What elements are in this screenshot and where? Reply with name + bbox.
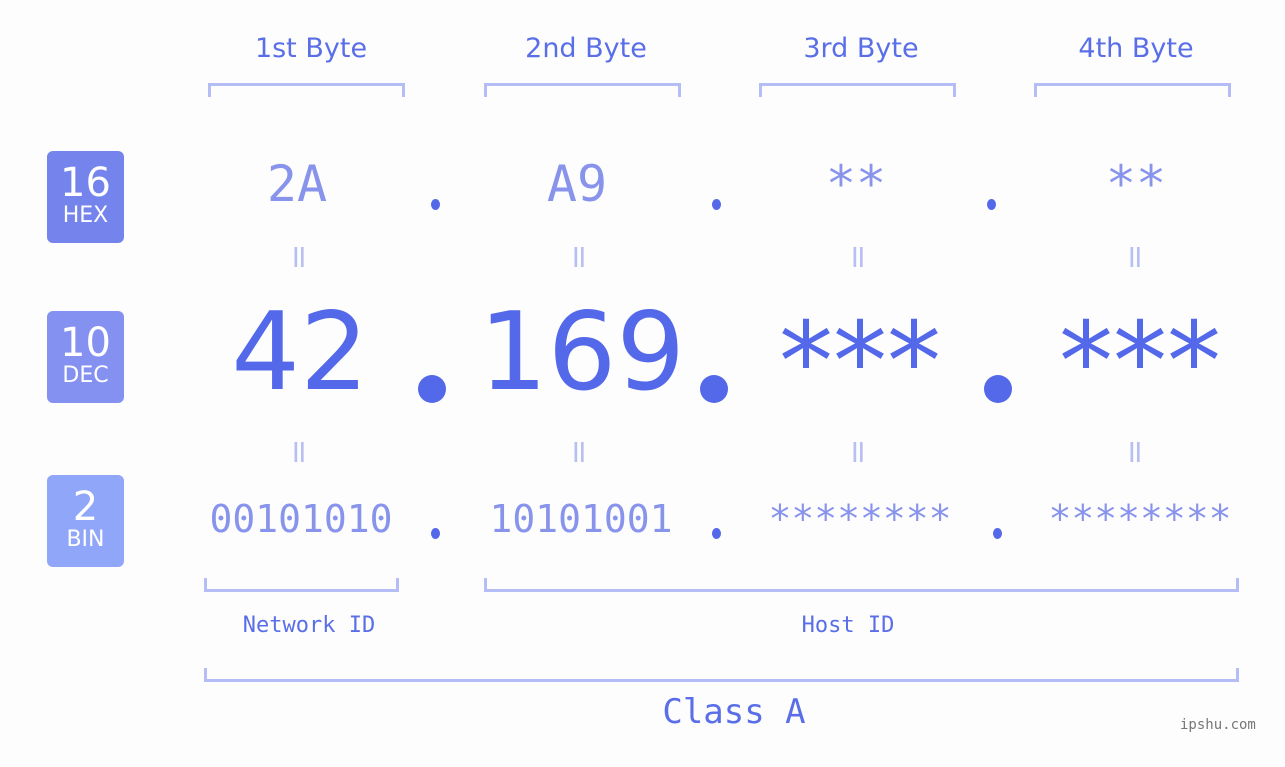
byte-bracket-2 <box>484 83 681 97</box>
hex-separator-dot <box>712 199 721 210</box>
hex-separator-dot <box>987 199 996 210</box>
bin-separator-dot <box>431 528 440 539</box>
dec-value-1: 42 <box>231 290 369 415</box>
equals-icon: = <box>561 243 599 271</box>
hex-base: 16 <box>60 160 111 206</box>
hex-value-3: ** <box>825 155 887 213</box>
host-id-bracket <box>484 578 1239 592</box>
bin-separator-dot <box>712 528 721 539</box>
dec-value-4: *** <box>1059 300 1221 425</box>
equals-icon: = <box>561 438 599 466</box>
hex-value-2: A9 <box>546 155 608 213</box>
bin-value-1: 00101010 <box>209 497 393 541</box>
hex-label: HEX <box>62 203 109 228</box>
class-label: Class A <box>662 692 806 732</box>
byte-header-3: 3rd Byte <box>803 33 919 64</box>
byte-bracket-1 <box>208 83 405 97</box>
dec-label: DEC <box>62 363 109 388</box>
host-id-label: Host ID <box>801 613 895 638</box>
dec-separator-dot <box>700 375 728 403</box>
hex-value-4: ** <box>1105 155 1167 213</box>
network-id-bracket <box>204 578 399 592</box>
byte-header-2: 2nd Byte <box>525 33 647 64</box>
network-id-label: Network ID <box>242 613 376 638</box>
dec-separator-dot <box>984 375 1012 403</box>
bin-value-4: ******** <box>1048 497 1232 541</box>
dec-base: 10 <box>60 320 111 366</box>
bin-value-2: 10101001 <box>489 497 673 541</box>
hex-badge: 16 HEX <box>47 151 124 243</box>
class-bracket <box>204 668 1239 682</box>
watermark: ipshu.com <box>1180 717 1256 733</box>
bin-label: BIN <box>66 527 105 552</box>
dec-badge: 10 DEC <box>47 311 124 403</box>
equals-icon: = <box>840 438 878 466</box>
byte-header-1: 1st Byte <box>254 33 368 64</box>
byte-header-4: 4th Byte <box>1078 33 1194 64</box>
byte-bracket-4 <box>1034 83 1231 97</box>
bin-badge: 2 BIN <box>47 475 124 567</box>
dec-value-3: *** <box>779 300 941 425</box>
bin-base: 2 <box>72 484 99 530</box>
dec-value-2: 169 <box>478 290 686 415</box>
hex-separator-dot <box>431 199 440 210</box>
equals-icon: = <box>840 243 878 271</box>
dec-separator-dot <box>418 375 446 403</box>
byte-bracket-3 <box>759 83 956 97</box>
hex-value-1: 2A <box>266 155 328 213</box>
equals-icon: = <box>1117 438 1155 466</box>
equals-icon: = <box>281 438 319 466</box>
bin-value-3: ******** <box>768 497 952 541</box>
equals-icon: = <box>281 243 319 271</box>
equals-icon: = <box>1117 243 1155 271</box>
bin-separator-dot <box>993 528 1002 539</box>
